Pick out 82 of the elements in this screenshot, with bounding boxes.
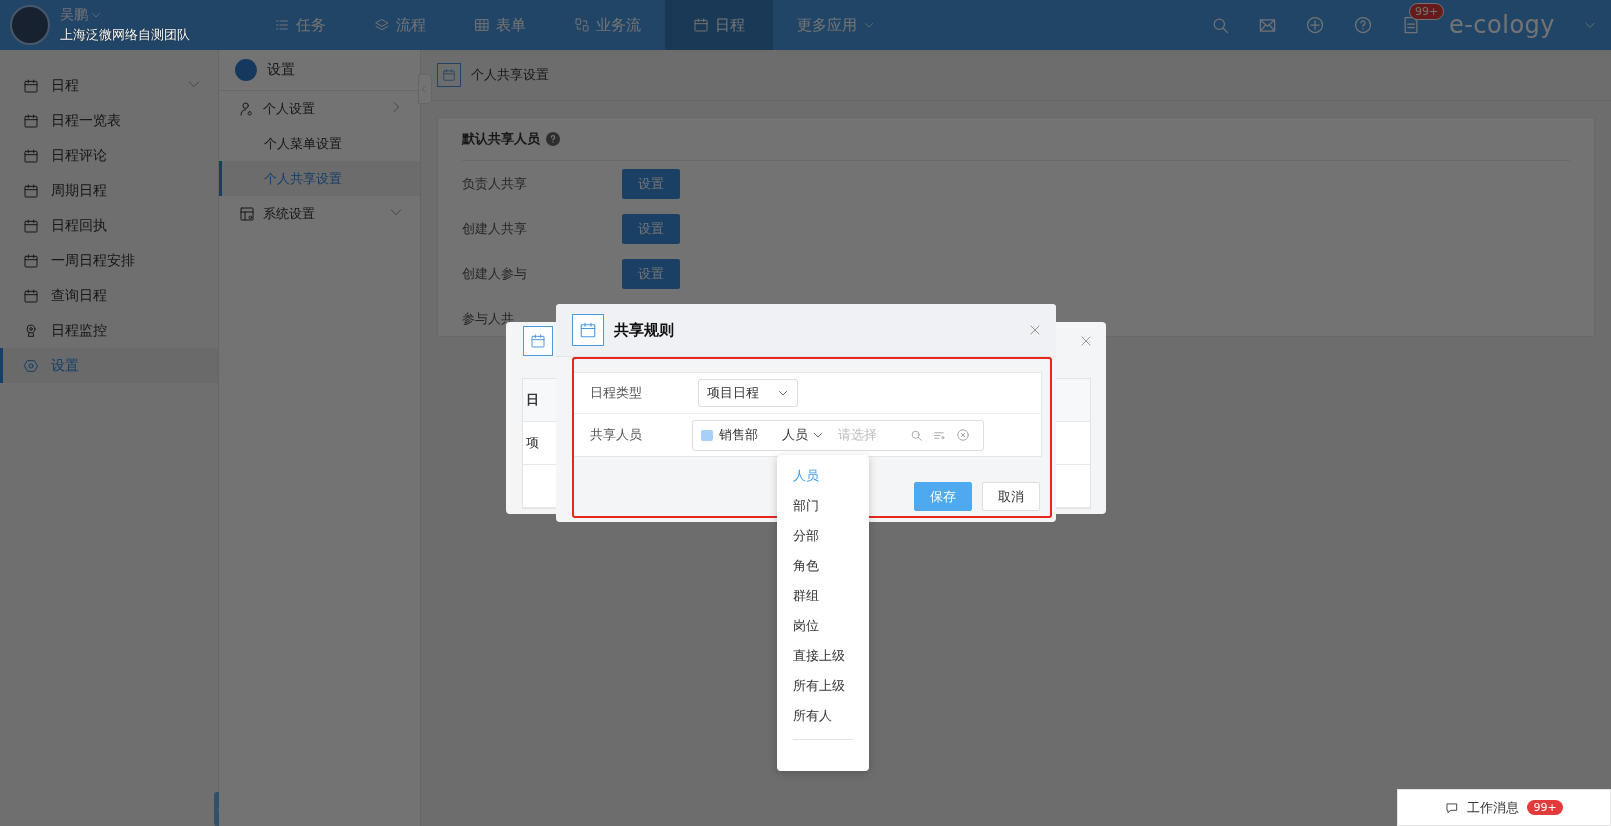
user-icon xyxy=(239,100,255,117)
sidebar-item[interactable]: 日程 xyxy=(0,68,218,103)
row-label: 创建人参与 xyxy=(462,264,528,283)
sidebar-item[interactable]: 日程回执 xyxy=(0,208,218,243)
layers-icon xyxy=(374,17,390,33)
set-button[interactable]: 设置 xyxy=(622,168,680,199)
sidebar-item[interactable]: 周期日程 xyxy=(0,173,218,208)
dropdown-option[interactable]: 群组 xyxy=(777,581,869,611)
organization-name: 上海泛微网络自测团队 xyxy=(60,26,191,44)
nav-tab[interactable]: 业务流 xyxy=(550,0,665,50)
chat-icon xyxy=(1445,800,1460,815)
help-icon xyxy=(546,132,560,146)
list-icon xyxy=(274,17,290,33)
calendar-icon xyxy=(23,217,39,234)
location-pin-icon xyxy=(23,322,39,339)
calendar-icon xyxy=(23,77,39,94)
message-badge: 99+ xyxy=(1527,800,1563,815)
nav-tab[interactable]: 日程 xyxy=(665,0,773,50)
add-icon xyxy=(1304,15,1325,35)
row-label: 负责人共享 xyxy=(462,174,528,193)
dropdown-option[interactable]: 分部 xyxy=(777,521,869,551)
dropdown-option[interactable]: 岗位 xyxy=(777,611,869,641)
submenu-item[interactable]: 个人菜单设置 xyxy=(219,126,420,161)
calendar-icon xyxy=(530,333,546,349)
schedule-type-select[interactable]: 项目日程 xyxy=(698,379,798,407)
flow-icon xyxy=(574,17,590,33)
help-icon xyxy=(1352,15,1373,35)
dropdown-option[interactable]: 所有人 xyxy=(777,701,869,731)
cancel-button[interactable]: 取消 xyxy=(982,482,1040,511)
close-icon xyxy=(1028,323,1042,337)
nav-tab[interactable]: 表单 xyxy=(450,0,550,50)
submenu-group[interactable]: 系统设置 xyxy=(219,196,420,231)
set-button[interactable]: 设置 xyxy=(622,258,680,289)
grid-icon xyxy=(474,17,490,33)
sidebar-item[interactable]: 日程一览表 xyxy=(0,103,218,138)
close-icon xyxy=(1079,334,1093,348)
calendar-icon xyxy=(23,287,39,304)
set-button[interactable]: 设置 xyxy=(622,213,680,244)
field-label: 共享人员 xyxy=(590,426,643,444)
gear-icon xyxy=(23,357,39,374)
user-name[interactable]: 吴鹏 xyxy=(60,6,250,24)
nav-tab[interactable]: 任务 xyxy=(250,0,350,50)
dropdown-option[interactable]: 直接上级 xyxy=(777,641,869,671)
work-message-button[interactable]: 工作消息 99+ xyxy=(1397,789,1611,826)
calendar-icon xyxy=(693,17,709,33)
table-cell: 日 xyxy=(526,391,539,409)
brand-logo: e-cology xyxy=(1448,11,1555,39)
sidebar-item[interactable]: 设置 xyxy=(0,348,218,383)
sidebar-item[interactable]: 一周日程安排 xyxy=(0,243,218,278)
dialog-title: 共享规则 xyxy=(614,320,674,340)
dropdown-option[interactable]: 角色 xyxy=(777,551,869,581)
close-button[interactable] xyxy=(1028,323,1042,337)
submenu-title: 设置 xyxy=(267,61,295,79)
calendar-icon xyxy=(23,147,39,164)
sidebar-item[interactable]: 日程监控 xyxy=(0,313,218,348)
calendar-icon xyxy=(23,182,39,199)
clear-icon xyxy=(956,428,970,442)
sidebar-item[interactable]: 日程评论 xyxy=(0,138,218,173)
dropdown-option[interactable]: 部门 xyxy=(777,491,869,521)
submenu-group[interactable]: 个人设置 xyxy=(219,91,420,126)
sidebar-item[interactable]: 查询日程 xyxy=(0,278,218,313)
nav-tab[interactable]: 流程 xyxy=(350,0,450,50)
avatar[interactable] xyxy=(10,5,50,45)
save-button[interactable]: 保存 xyxy=(914,482,972,511)
panel-icon xyxy=(239,205,255,222)
table-cell: 项 xyxy=(526,434,539,452)
search-icon xyxy=(910,428,923,442)
row-label: 创建人共享 xyxy=(462,219,528,238)
people-picker-field[interactable]: 销售部 人员 请选择 xyxy=(692,419,984,451)
dropdown-option[interactable]: 所有上级 xyxy=(777,671,869,701)
dropdown-option[interactable]: 人员 xyxy=(777,461,869,491)
field-label: 日程类型 xyxy=(590,384,643,402)
section-title: 默认共享人员 xyxy=(462,130,540,148)
nav-tab[interactable]: 更多应用 xyxy=(773,0,899,50)
calendar-icon xyxy=(579,321,597,339)
calendar-icon xyxy=(23,112,39,129)
submenu-item[interactable]: 个人共享设置 xyxy=(219,161,420,196)
calendar-icon xyxy=(23,252,39,269)
folder-icon xyxy=(701,429,713,441)
page-title: 个人共享设置 xyxy=(471,66,549,84)
calendar-icon xyxy=(442,68,456,82)
notification-badge: 99+ xyxy=(1408,3,1445,20)
